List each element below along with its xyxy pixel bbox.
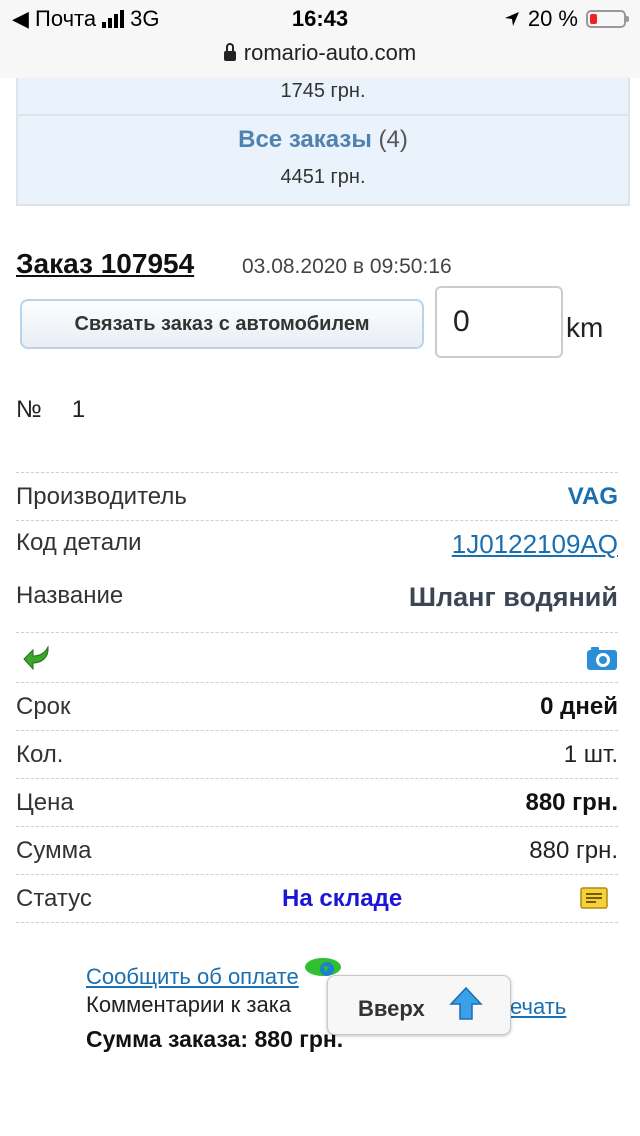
scroll-up-button[interactable]: Вверх — [327, 975, 511, 1035]
status-label: Статус — [16, 885, 92, 912]
battery-percent: 20 % — [527, 6, 578, 31]
battery-icon — [586, 10, 629, 28]
return-arrow-icon[interactable] — [22, 645, 52, 671]
part-code-label: Код детали — [16, 529, 142, 556]
link-order-to-car-button[interactable]: Связать заказ с автомобилем — [20, 299, 424, 349]
note-icon[interactable] — [580, 887, 608, 909]
camera-icon[interactable] — [586, 645, 618, 671]
name-value: Шланг водяний — [408, 582, 618, 612]
sum-label: Сумма — [16, 837, 92, 864]
url-text: romario-auto.com — [243, 40, 417, 65]
previous-orders-summary: 1745 грн. — [16, 78, 630, 116]
manufacturer-label: Производитель — [16, 483, 187, 510]
term-label: Срок — [16, 693, 71, 720]
status-bar: ◀ Почта 3G 16:43 20 % — [0, 6, 640, 36]
detail-row-status: Статус На складе — [16, 874, 618, 922]
detail-row-term: Срок 0 дней — [16, 682, 618, 730]
all-orders-summary: Все заказы (4) 4451 грн. — [16, 114, 630, 206]
order-footer: Сообщить об оплате Комментарии к зака Су… — [86, 958, 343, 1060]
all-orders-link[interactable]: Все заказы — [238, 126, 372, 153]
detail-row-sum: Сумма 880 грн. — [16, 826, 618, 874]
report-payment-link[interactable]: Сообщить об оплате — [86, 964, 299, 989]
detail-row-name: Название Шланг водяний — [16, 574, 618, 632]
comments-label: Комментарии к зака — [86, 992, 292, 1017]
term-value: 0 дней — [540, 693, 618, 720]
arrow-up-icon — [449, 986, 483, 1020]
previous-amount: 1745 грн. — [280, 80, 366, 102]
price-label: Цена — [16, 789, 74, 816]
detail-row-price: Цена 880 грн. — [16, 778, 618, 826]
detail-row-actions — [16, 632, 618, 682]
mileage-input[interactable]: 0 — [435, 286, 563, 358]
order-date: 03.08.2020 в 09:50:16 — [242, 255, 452, 278]
scroll-up-label: Вверх — [358, 996, 425, 1021]
detail-row-manufacturer: Производитель VAG — [16, 472, 618, 520]
order-item-details: Производитель VAG Код детали 1J0122109AQ… — [16, 472, 618, 923]
item-number-label: № — [16, 396, 42, 423]
location-arrow-icon — [504, 12, 519, 26]
detail-row-part-code: Код детали 1J0122109AQ — [16, 520, 618, 574]
manufacturer-value: VAG — [567, 483, 618, 510]
price-value: 880 грн. — [525, 789, 618, 816]
order-title-link[interactable]: Заказ 107954 — [16, 248, 194, 280]
quantity-value: 1 шт. — [563, 741, 618, 768]
part-code-link[interactable]: 1J0122109AQ — [452, 529, 618, 560]
order-total: Сумма заказа: 880 грн. — [86, 1026, 344, 1052]
item-number-value: 1 — [71, 396, 86, 423]
name-label: Название — [16, 582, 124, 609]
item-number: № 1 — [16, 396, 85, 424]
detail-row-quantity: Кол. 1 шт. — [16, 730, 618, 778]
lock-icon — [223, 43, 236, 61]
browser-top-bar: ◀ Почта 3G 16:43 20 % romario-auto.com — [0, 0, 640, 78]
all-orders-count: (4) — [378, 126, 408, 153]
all-orders-amount: 4451 грн. — [280, 166, 366, 188]
quantity-label: Кол. — [16, 741, 64, 768]
sum-value: 880 грн. — [529, 837, 618, 864]
print-link[interactable]: ечать — [510, 994, 566, 1020]
mileage-unit: km — [566, 312, 604, 343]
address-bar[interactable]: romario-auto.com — [0, 40, 640, 66]
